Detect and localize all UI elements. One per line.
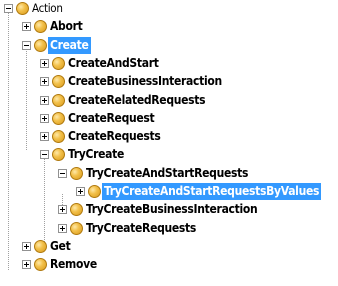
node-icon <box>52 75 65 89</box>
tree-node-createandstart[interactable]: CreateAndStart <box>0 55 338 73</box>
tree-node-label[interactable]: CreateRequest <box>66 110 156 127</box>
tree-node-label[interactable]: Abort <box>48 18 85 35</box>
tree-node-label[interactable]: Remove <box>48 256 99 273</box>
expand-icon[interactable] <box>40 77 49 87</box>
expand-icon[interactable] <box>40 95 49 105</box>
tree-node-label[interactable]: Create <box>48 36 91 54</box>
node-icon <box>70 221 83 235</box>
expand-icon[interactable] <box>40 113 49 123</box>
collapse-icon[interactable] <box>4 4 13 13</box>
expand-icon[interactable] <box>22 260 31 270</box>
node-icon <box>52 148 65 162</box>
expand-icon[interactable] <box>22 22 31 32</box>
node-icon <box>34 239 47 253</box>
tree-node-label[interactable]: CreateBusinessInteraction <box>66 73 224 90</box>
node-icon <box>52 56 65 70</box>
collapse-icon[interactable] <box>22 40 31 50</box>
tree-node-label[interactable]: Get <box>48 238 72 255</box>
tree-node-createrequest[interactable]: CreateRequest <box>0 110 338 128</box>
expand-icon[interactable] <box>40 58 49 68</box>
expand-icon[interactable] <box>58 223 67 233</box>
tree-node-label[interactable]: TryCreate <box>66 146 126 163</box>
tree-node-label[interactable]: CreateAndStart <box>66 55 161 72</box>
node-icon <box>70 166 83 180</box>
tree-node-abort[interactable]: Abort <box>0 18 338 36</box>
tree-node-create[interactable]: Create <box>0 36 338 55</box>
node-icon <box>34 38 47 52</box>
tree-node-trycreate[interactable]: TryCreate <box>0 146 338 164</box>
node-icon <box>70 203 83 217</box>
collapse-icon[interactable] <box>58 168 67 178</box>
node-icon <box>34 258 47 272</box>
node-icon <box>16 2 29 15</box>
tree-node-createbusinessinteraction[interactable]: CreateBusinessInteraction <box>0 73 338 91</box>
expand-icon[interactable] <box>76 187 85 196</box>
expand-icon[interactable] <box>22 241 31 251</box>
tree-node-createrelatedrequests[interactable]: CreateRelatedRequests <box>0 92 338 110</box>
expand-icon[interactable] <box>58 205 67 215</box>
tree-node-label[interactable]: Action <box>30 0 65 17</box>
tree-node-trycreateandstartrequests[interactable]: TryCreateAndStartRequests <box>0 165 338 183</box>
tree-view[interactable]: Action Abort Create CreateAndStart CreateBus… <box>0 0 338 286</box>
tree-node-trycreaterequests[interactable]: TryCreateRequests <box>0 220 338 238</box>
node-icon <box>52 93 65 107</box>
tree-node-remove[interactable]: Remove <box>0 256 338 274</box>
node-icon <box>52 111 65 125</box>
tree-node-createrequests[interactable]: CreateRequests <box>0 128 338 146</box>
node-icon <box>88 185 101 198</box>
tree-node-label[interactable]: CreateRequests <box>66 128 163 145</box>
collapse-icon[interactable] <box>40 150 49 160</box>
tree-node-label[interactable]: TryCreateBusinessInteraction <box>84 201 259 218</box>
node-icon <box>52 130 65 144</box>
expand-icon[interactable] <box>40 132 49 142</box>
tree-node-action[interactable]: Action <box>0 0 338 18</box>
tree-node-trycreatebusinessinteraction[interactable]: TryCreateBusinessInteraction <box>0 201 338 219</box>
tree-node-label[interactable]: CreateRelatedRequests <box>66 92 207 109</box>
tree-node-label[interactable]: TryCreateRequests <box>84 220 198 237</box>
tree-node-label[interactable]: TryCreateAndStartRequests <box>84 165 250 182</box>
tree-node-get[interactable]: Get <box>0 238 338 256</box>
tree-node-trycreateandstartrequestsbyvalues[interactable]: TryCreateAndStartRequestsByValues <box>0 183 338 201</box>
tree-node-label[interactable]: TryCreateAndStartRequestsByValues <box>102 183 322 200</box>
node-icon <box>34 20 47 34</box>
